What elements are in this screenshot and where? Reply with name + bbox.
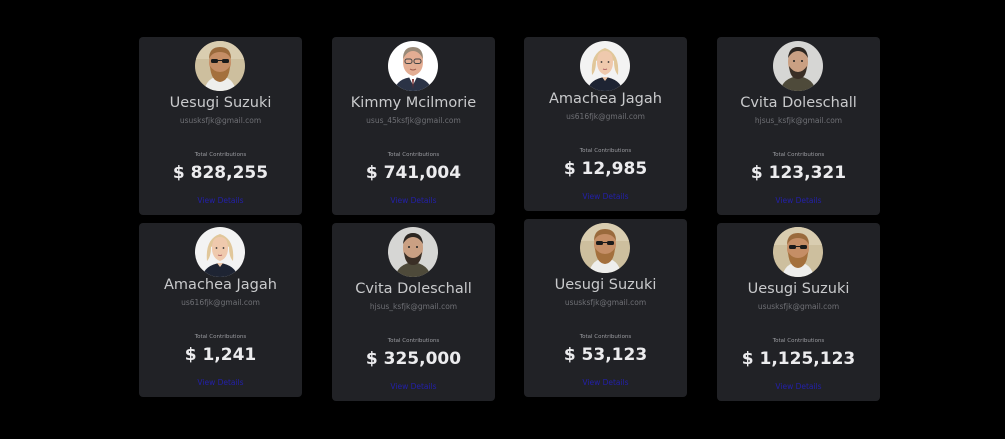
avatar: [195, 227, 245, 277]
contributor-card: Uesugi Suzuki ususksfjk@gmail.com Total …: [524, 219, 687, 397]
contributor-name: Uesugi Suzuki: [169, 95, 272, 111]
contribution-amount: $ 1,241: [184, 345, 257, 365]
contributor-card: Amachea Jagah us616fjk@gmail.com Total C…: [139, 223, 302, 397]
view-details-link[interactable]: View Details: [332, 196, 495, 206]
view-details-link[interactable]: View Details: [524, 192, 687, 202]
contributor-name: Amachea Jagah: [549, 91, 662, 107]
contributor-card: Kimmy Mcilmorie usus_45ksfjk@gmail.com T…: [332, 37, 495, 215]
avatar: [195, 41, 245, 91]
avatar: [580, 223, 630, 273]
contribution-amount: $ 828,255: [172, 163, 269, 183]
avatar: [773, 41, 823, 91]
contributor-email: hjsus_ksfjk@gmail.com: [369, 302, 458, 311]
bearded-man-sunglasses-avatar-icon: [195, 41, 245, 91]
view-details-link[interactable]: View Details: [717, 382, 880, 392]
view-details-link[interactable]: View Details: [332, 382, 495, 392]
contribution-amount: $ 741,004: [365, 163, 462, 183]
contributor-email: hjsus_ksfjk@gmail.com: [754, 116, 843, 125]
contributor-name: Kimmy Mcilmorie: [350, 95, 477, 111]
blonde-woman-avatar-icon: [580, 41, 630, 91]
bearded-man-avatar-icon: [773, 41, 823, 91]
contributor-name: Uesugi Suzuki: [747, 281, 850, 297]
contributor-card: Uesugi Suzuki ususksfjk@gmail.com Total …: [139, 37, 302, 215]
avatar: [388, 41, 438, 91]
blonde-woman-avatar-icon: [195, 227, 245, 277]
total-contributions-label: Total Contributions: [579, 148, 632, 154]
total-contributions-label: Total Contributions: [387, 338, 440, 344]
bearded-man-sunglasses-avatar-icon: [580, 223, 630, 273]
view-details-link[interactable]: View Details: [524, 378, 687, 388]
contributor-email: ususksfjk@gmail.com: [757, 302, 840, 311]
contribution-amount: $ 53,123: [563, 345, 648, 365]
total-contributions-label: Total Contributions: [194, 334, 247, 340]
contributor-name: Cvita Doleschall: [355, 281, 472, 297]
bearded-man-sunglasses-avatar-icon: [773, 227, 823, 277]
contributor-card: Amachea Jagah us616fjk@gmail.com Total C…: [524, 37, 687, 211]
contribution-amount: $ 123,321: [750, 163, 847, 183]
contribution-amount: $ 325,000: [365, 349, 462, 369]
avatar: [388, 227, 438, 277]
man-glasses-suit-avatar-icon: [388, 41, 438, 91]
total-contributions-label: Total Contributions: [387, 152, 440, 158]
contributor-email: us616fjk@gmail.com: [181, 298, 260, 307]
contributor-card: Cvita Doleschall hjsus_ksfjk@gmail.com T…: [332, 223, 495, 401]
contributor-name: Amachea Jagah: [164, 277, 277, 293]
total-contributions-label: Total Contributions: [579, 334, 632, 340]
bearded-man-avatar-icon: [388, 227, 438, 277]
avatar: [773, 227, 823, 277]
contribution-amount: $ 1,125,123: [741, 349, 856, 369]
contribution-amount: $ 12,985: [563, 159, 648, 179]
contributor-email: usus_45ksfjk@gmail.com: [366, 116, 461, 125]
view-details-link[interactable]: View Details: [139, 378, 302, 388]
contributor-email: us616fjk@gmail.com: [566, 112, 645, 121]
total-contributions-label: Total Contributions: [194, 152, 247, 158]
total-contributions-label: Total Contributions: [772, 338, 825, 344]
contributor-name: Cvita Doleschall: [740, 95, 857, 111]
contributor-card: Cvita Doleschall hjsus_ksfjk@gmail.com T…: [717, 37, 880, 215]
contributor-email: ususksfjk@gmail.com: [179, 116, 262, 125]
contributor-name: Uesugi Suzuki: [554, 277, 657, 293]
view-details-link[interactable]: View Details: [139, 196, 302, 206]
view-details-link[interactable]: View Details: [717, 196, 880, 206]
avatar: [580, 41, 630, 91]
contributor-card: Uesugi Suzuki ususksfjk@gmail.com Total …: [717, 223, 880, 401]
contributor-email: ususksfjk@gmail.com: [564, 298, 647, 307]
total-contributions-label: Total Contributions: [772, 152, 825, 158]
